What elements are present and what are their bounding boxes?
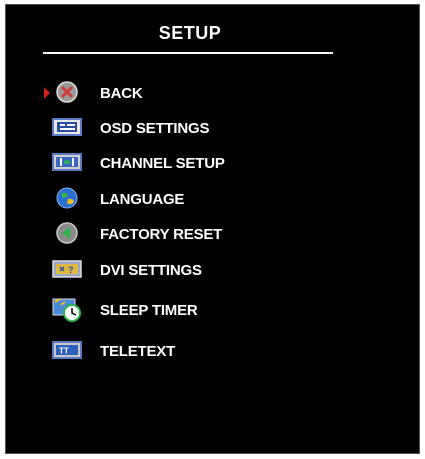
menu-item-label: BACK [100,85,143,102]
menu-item-label: FACTORY RESET [100,226,223,243]
dvi-settings-icon: ? [52,260,82,278]
selection-arrow-icon [44,87,50,99]
channel-setup-icon [52,153,82,171]
menu-item-channel-setup[interactable]: CHANNEL SETUP [6,150,306,176]
menu-item-osd-settings[interactable]: OSD SETTINGS [6,115,306,141]
menu-item-label: SLEEP TIMER [100,302,198,319]
menu-item-sleep-timer[interactable]: SLEEP TIMER [6,297,306,323]
reset-icon [56,222,78,244]
menu-item-label: OSD SETTINGS [100,120,210,137]
setup-menu-panel: SETUP BACK OSD SETTINGS CHANNEL SETUP LA… [5,4,420,454]
teletext-icon: TT [52,341,82,359]
back-icon [56,81,78,103]
clock-icon [52,298,81,322]
menu-item-label: CHANNEL SETUP [100,155,225,172]
menu-item-label: LANGUAGE [100,191,185,208]
svg-text:TT: TT [59,347,69,356]
menu-item-dvi-settings[interactable]: ? DVI SETTINGS [6,257,306,283]
menu-item-label: TELETEXT [100,343,176,360]
menu-item-label: DVI SETTINGS [100,262,202,279]
globe-icon [56,187,78,209]
menu-item-factory-reset[interactable]: FACTORY RESET [6,221,306,247]
menu-item-language[interactable]: LANGUAGE [6,186,306,212]
osd-settings-icon [52,118,82,136]
svg-text:?: ? [68,265,74,275]
menu-item-teletext[interactable]: TT TELETEXT [6,338,306,364]
menu-item-back[interactable]: BACK [6,80,306,106]
setup-menu-list: BACK OSD SETTINGS CHANNEL SETUP LANGUAGE… [6,5,419,453]
